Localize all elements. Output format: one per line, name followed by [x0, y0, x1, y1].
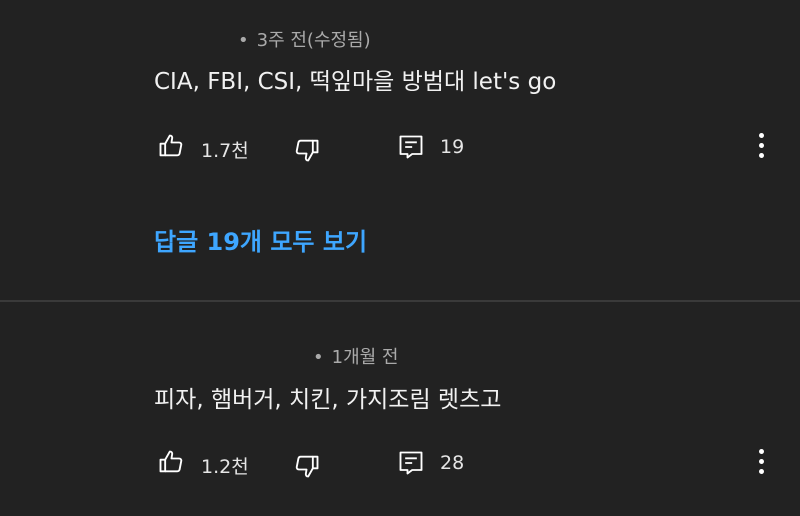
comment-meta: • 3주 전(수정됨) — [238, 26, 371, 52]
like-count: 1.2천 — [201, 456, 249, 478]
reply-count: 19 — [440, 136, 465, 158]
reply-button[interactable] — [397, 449, 425, 477]
comment-icon — [397, 133, 425, 161]
thumb-down-icon — [293, 452, 321, 480]
meta-dot: • — [238, 30, 249, 51]
comments-page: • 3주 전(수정됨) CIA, FBI, CSI, 떡잎마을 방범대 let's… — [0, 0, 800, 516]
more-options-button[interactable] — [752, 446, 772, 478]
like-button[interactable] — [157, 448, 185, 476]
thumb-up-icon — [157, 132, 185, 160]
comment-time: 3주 전(수정됨) — [256, 30, 371, 51]
comment-time: 1개월 전 — [331, 347, 399, 368]
dislike-button[interactable] — [293, 452, 321, 480]
comment-text: CIA, FBI, CSI, 떡잎마을 방범대 let's go — [154, 69, 557, 95]
reply-count: 28 — [440, 452, 465, 474]
comment-meta: • 1개월 전 — [313, 343, 398, 369]
like-button[interactable] — [157, 132, 185, 160]
meta-dot: • — [313, 347, 324, 368]
reply-button[interactable] — [397, 133, 425, 161]
view-replies-link[interactable]: 답글 19개 모두 보기 — [154, 222, 367, 257]
like-count: 1.7천 — [201, 140, 249, 162]
comment-text: 피자, 햄버거, 치킨, 가지조림 렛츠고 — [154, 387, 502, 413]
thumb-up-icon — [157, 448, 185, 476]
comment-divider — [0, 300, 800, 302]
comment-icon — [397, 449, 425, 477]
thumb-down-icon — [293, 136, 321, 164]
dislike-button[interactable] — [293, 136, 321, 164]
more-options-button[interactable] — [752, 130, 772, 162]
